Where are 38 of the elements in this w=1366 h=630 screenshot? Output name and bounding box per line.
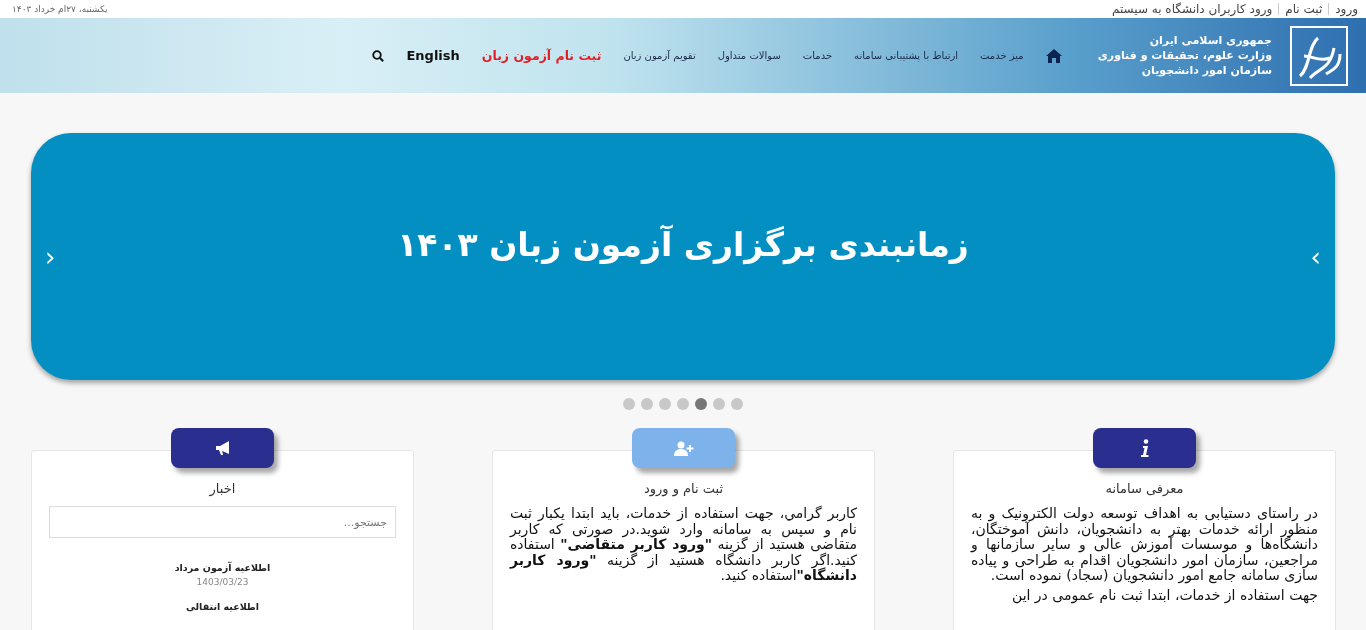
slider-dot[interactable] [713,398,725,410]
banner-heading: زمانبندی برگزاری آزمون زبان ۱۴۰۳ [397,225,969,264]
date-text: یکشنبه، ۲۷ام خرداد ۱۴۰۳ [12,4,108,14]
nav-link[interactable]: ارتباط با پشتیبانی سامانه [854,50,959,61]
search-field[interactable]: جستجو... [49,506,396,538]
slider-dot[interactable] [695,398,707,410]
slider-dot[interactable] [623,398,635,410]
megaphone-icon [214,441,231,455]
org-name: وزارت علوم، تحقیقات و فناوری [1097,48,1272,63]
nav-link[interactable]: میز خدمت [980,50,1024,61]
top-link[interactable]: ورود [1335,2,1358,16]
news-title[interactable]: اطلاعیه انتقالی [49,601,396,612]
top-link[interactable]: ثبت نام [1285,2,1323,16]
nav-link[interactable]: ثبت نام آزمون زبان [481,48,602,63]
search-icon[interactable] [372,49,385,62]
card-paragraph: در راستای دستیابی به اهداف توسعه دولت الکترونیک و به منظور ارائه خدمات بهتر به دانشجویان، دانش آموختگان، دانشگاه‌ها و موسسات آموزش عالی و سایر سازمانها و مراجعین، سازمان امور دانشجویان اقدام به طراحی و پیاده سازی سامانه جامع امور دانشجویان (سجاد) نموده است. [971,506,1318,584]
info-icon [1140,439,1149,457]
news-title[interactable]: اطلاعیه آزمون مرداد [49,562,396,573]
slider-dot[interactable] [731,398,743,410]
card-title: معرفی سامانه [1104,481,1185,496]
slider-dot[interactable] [677,398,689,410]
news-date: 1403/03/23 [195,577,250,587]
home-icon[interactable] [1045,48,1062,63]
org-name: جمهوری اسلامی ایران [1148,33,1272,48]
nav-link[interactable]: خدمات [802,50,833,61]
org-name: سازمان امور دانشجویان [1140,63,1272,78]
nav-link[interactable]: سوالات متداول [717,50,781,61]
card-title: اخبار [208,481,237,496]
language-link[interactable]: English [406,48,460,63]
logo-icon [1290,25,1348,86]
slider-dot[interactable] [641,398,653,410]
card-title: ثبت نام و ورود [642,481,725,496]
card-paragraph: کاربر گرامي، جهت استفاده از خدمات، باید ابتدا یکبار ثبت نام و سپس به سامانه وارد شوید.در صورتی که کاربر متقاضی هستید از گزینه "ورود کاربر متقاضی" استفاده کنید.اگر کاربر دانشگاه هستید از گزینه "ورود کاربر دانشگاه"استفاده کنید. [510,506,857,584]
slider-dot[interactable] [659,398,671,410]
top-link[interactable]: ورود کاربران دانشگاه به سیستم [1111,2,1273,16]
card-paragraph: جهت استفاده از خدمات، ابتدا ثبت نام عمومی در این [1010,587,1318,603]
user-plus-icon [673,440,694,456]
nav-link[interactable]: تقویم آزمون زبان [623,50,696,61]
